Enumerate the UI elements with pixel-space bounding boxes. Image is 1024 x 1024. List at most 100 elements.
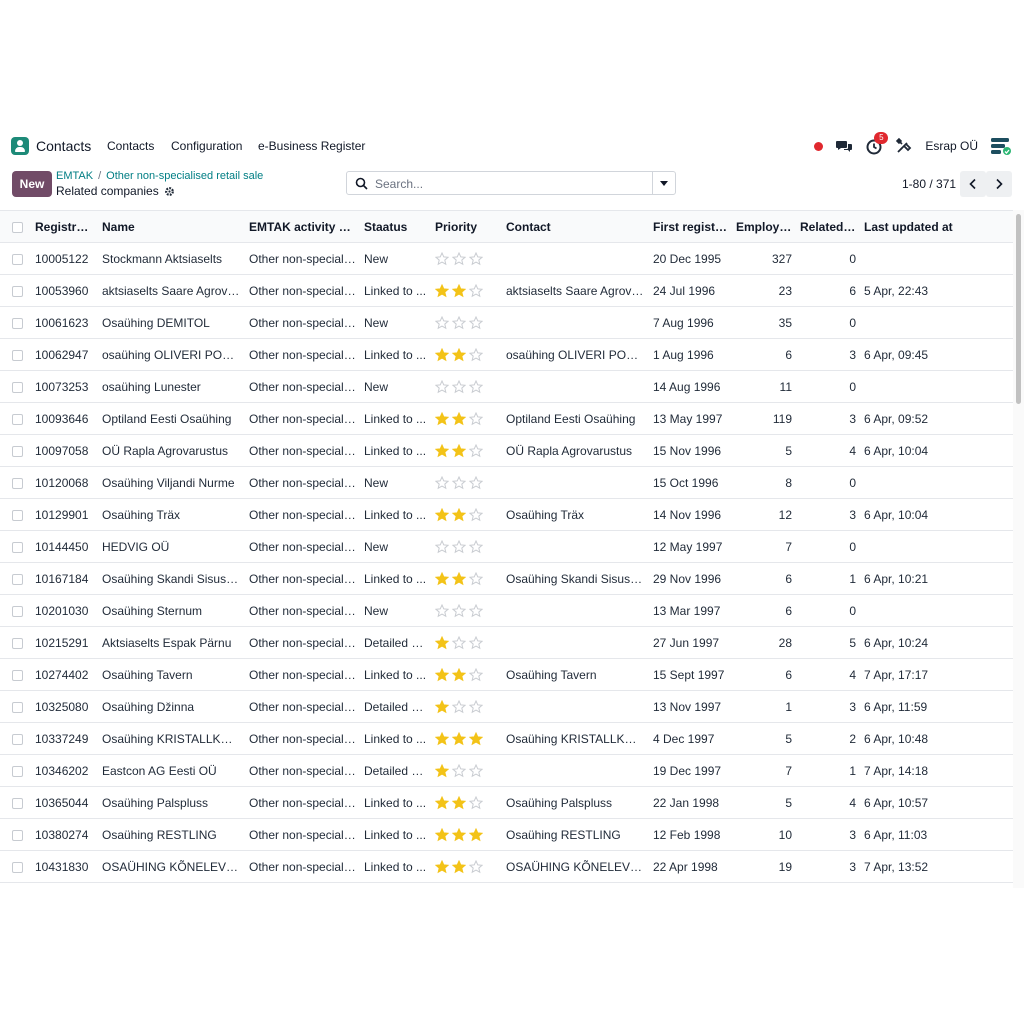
star-filled-icon[interactable] xyxy=(452,507,466,522)
table-row[interactable]: 10053960 aktsiaselts Saare Agrovaru Other … xyxy=(0,274,1013,307)
table-row[interactable]: 10325080 Osaühing Džinna Other non-special… xyxy=(0,690,1013,723)
star-empty-icon[interactable] xyxy=(435,539,449,554)
search-input[interactable] xyxy=(373,174,657,194)
star-empty-icon[interactable] xyxy=(435,315,449,330)
priority-stars[interactable] xyxy=(435,603,483,618)
table-row[interactable]: 10097058 OÜ Rapla Agrovarustus Other non-s… xyxy=(0,434,1013,467)
row-select-checkbox[interactable] xyxy=(0,658,27,691)
star-filled-icon[interactable] xyxy=(452,667,466,682)
priority-stars[interactable] xyxy=(435,731,483,746)
column-header-emtak-activity[interactable]: EMTAK activity na... xyxy=(245,210,360,243)
priority-stars[interactable] xyxy=(435,763,483,778)
chat-bubbles-icon[interactable] xyxy=(835,137,853,155)
table-row[interactable]: 10062947 osaühing OLIVERI POOD ... Other n… xyxy=(0,338,1013,371)
star-filled-icon[interactable] xyxy=(469,827,483,842)
priority-stars[interactable] xyxy=(435,571,483,586)
priority-stars[interactable] xyxy=(435,443,483,458)
row-select-checkbox[interactable] xyxy=(0,786,27,819)
star-empty-icon[interactable] xyxy=(469,475,483,490)
table-row[interactable]: 10201030 Osaühing Sternum Other non-specia… xyxy=(0,594,1013,627)
priority-stars[interactable] xyxy=(435,507,483,522)
vertical-scrollbar[interactable] xyxy=(1013,210,1024,888)
table-row[interactable]: 10061623 Osaühing DEMITOL Other non-specia… xyxy=(0,306,1013,339)
table-row[interactable]: 10337249 Osaühing KRISTALLKOT... Other non… xyxy=(0,722,1013,755)
pager-previous-button[interactable] xyxy=(960,171,986,197)
column-header-first-registration[interactable]: First registr... xyxy=(649,210,732,243)
row-select-checkbox[interactable] xyxy=(0,306,27,339)
recording-dot-icon[interactable] xyxy=(814,141,824,151)
star-filled-icon[interactable] xyxy=(435,795,449,810)
row-select-checkbox[interactable] xyxy=(0,274,27,307)
user-avatar-icon[interactable] xyxy=(990,135,1012,157)
star-empty-icon[interactable] xyxy=(469,315,483,330)
table-row[interactable]: 10144450 HEDVIG OÜ Other non-speciali... Ne… xyxy=(0,530,1013,563)
row-select-checkbox[interactable] xyxy=(0,690,27,723)
star-filled-icon[interactable] xyxy=(435,507,449,522)
star-empty-icon[interactable] xyxy=(469,795,483,810)
table-row[interactable]: 10380274 Osaühing RESTLING Other non-speci… xyxy=(0,818,1013,851)
star-filled-icon[interactable] xyxy=(435,667,449,682)
star-filled-icon[interactable] xyxy=(435,635,449,650)
table-row[interactable]: 10274402 Osaühing Tavern Other non-special… xyxy=(0,658,1013,691)
priority-stars[interactable] xyxy=(435,251,483,266)
row-select-checkbox[interactable] xyxy=(0,498,27,531)
priority-stars[interactable] xyxy=(435,411,483,426)
star-filled-icon[interactable] xyxy=(452,283,466,298)
priority-stars[interactable] xyxy=(435,539,483,554)
star-empty-icon[interactable] xyxy=(452,315,466,330)
menu-contacts[interactable]: Contacts xyxy=(107,139,154,153)
star-filled-icon[interactable] xyxy=(469,731,483,746)
star-empty-icon[interactable] xyxy=(452,379,466,394)
table-row[interactable]: 10167184 Osaühing Skandi Sisustus Other no… xyxy=(0,562,1013,595)
column-header-staatus[interactable]: Staatus xyxy=(360,210,431,243)
star-filled-icon[interactable] xyxy=(452,411,466,426)
star-empty-icon[interactable] xyxy=(452,699,466,714)
star-filled-icon[interactable] xyxy=(452,859,466,874)
gear-icon[interactable] xyxy=(164,186,175,197)
row-select-checkbox[interactable] xyxy=(0,242,27,275)
star-filled-icon[interactable] xyxy=(452,795,466,810)
star-empty-icon[interactable] xyxy=(469,347,483,362)
star-empty-icon[interactable] xyxy=(452,539,466,554)
star-empty-icon[interactable] xyxy=(452,475,466,490)
breadcrumb-activity[interactable]: Other non-specialised retail sale xyxy=(106,170,263,182)
row-select-checkbox[interactable] xyxy=(0,754,27,787)
priority-stars[interactable] xyxy=(435,379,483,394)
star-empty-icon[interactable] xyxy=(469,251,483,266)
row-select-checkbox[interactable] xyxy=(0,818,27,851)
star-empty-icon[interactable] xyxy=(469,443,483,458)
row-select-checkbox[interactable] xyxy=(0,466,27,499)
column-header-name[interactable]: Name xyxy=(98,210,245,243)
star-empty-icon[interactable] xyxy=(469,571,483,586)
table-row[interactable]: 10093646 Optiland Eesti Osaühing Other non… xyxy=(0,402,1013,435)
priority-stars[interactable] xyxy=(435,635,483,650)
row-select-checkbox[interactable] xyxy=(0,594,27,627)
row-select-checkbox[interactable] xyxy=(0,402,27,435)
star-filled-icon[interactable] xyxy=(435,411,449,426)
star-empty-icon[interactable] xyxy=(435,475,449,490)
star-filled-icon[interactable] xyxy=(435,571,449,586)
priority-stars[interactable] xyxy=(435,859,483,874)
star-filled-icon[interactable] xyxy=(435,443,449,458)
priority-stars[interactable] xyxy=(435,347,483,362)
star-empty-icon[interactable] xyxy=(469,283,483,298)
row-select-checkbox[interactable] xyxy=(0,562,27,595)
priority-stars[interactable] xyxy=(435,475,483,490)
table-row[interactable]: 10120068 Osaühing Viljandi Nurme Other non… xyxy=(0,466,1013,499)
table-row[interactable]: 10005122 Stockmann Aktsiaselts Other non-s… xyxy=(0,242,1013,275)
menu-e-business-register[interactable]: e-Business Register xyxy=(258,139,365,153)
column-header-related[interactable]: Related ... xyxy=(796,210,860,243)
table-row[interactable]: 10365044 Osaühing Palspluss Other non-spec… xyxy=(0,786,1013,819)
star-filled-icon[interactable] xyxy=(452,443,466,458)
company-switcher[interactable]: Esrap OÜ xyxy=(925,139,978,153)
priority-stars[interactable] xyxy=(435,699,483,714)
star-empty-icon[interactable] xyxy=(469,507,483,522)
row-select-checkbox[interactable] xyxy=(0,850,27,883)
row-select-checkbox[interactable] xyxy=(0,530,27,563)
star-empty-icon[interactable] xyxy=(469,763,483,778)
row-select-checkbox[interactable] xyxy=(0,338,27,371)
column-header-employees[interactable]: Employe... xyxy=(732,210,796,243)
pager-value[interactable]: 1-80 / 371 xyxy=(902,177,956,191)
table-row[interactable]: 10129901 Osaühing Träx Other non-speciali.… xyxy=(0,498,1013,531)
star-empty-icon[interactable] xyxy=(452,763,466,778)
